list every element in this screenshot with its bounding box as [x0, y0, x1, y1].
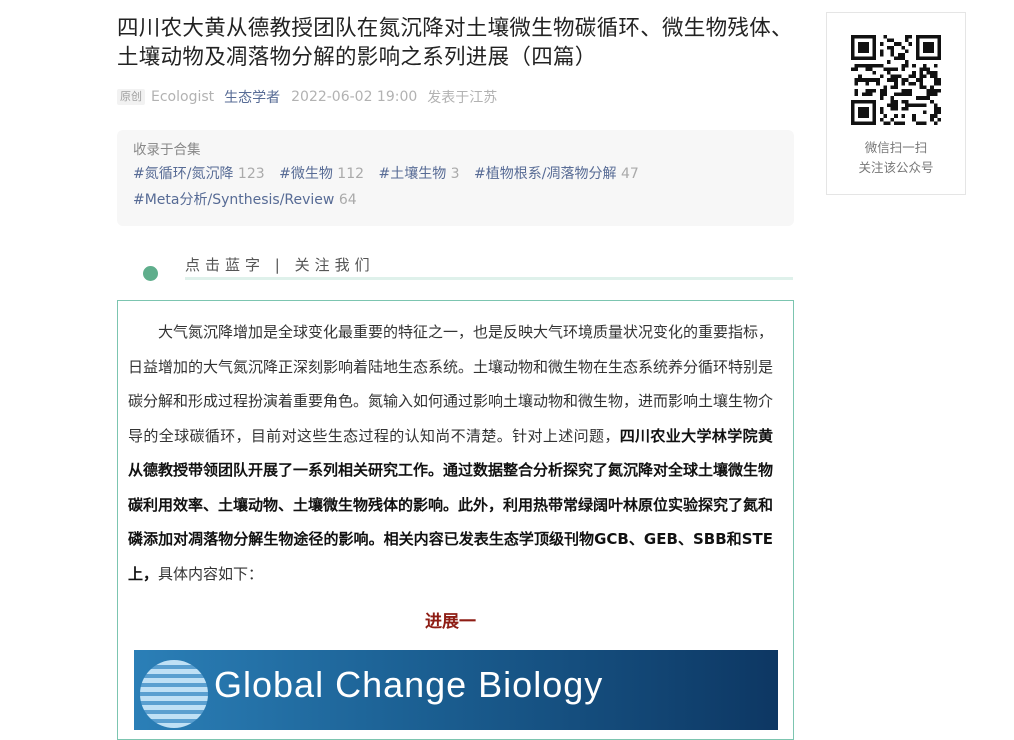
collection-label: 收录于合集	[133, 142, 201, 158]
author-name: Ecologist	[151, 89, 215, 105]
tag-name: #Meta分析/Synthesis/Review	[133, 192, 335, 208]
follow-text: 点击蓝字 | 关注我们	[185, 256, 375, 274]
journal-banner-text: Global Change Biology	[214, 664, 604, 705]
article-meta: 原创 Ecologist 生态学者 2022-06-02 19:00 发表于江苏	[117, 87, 794, 107]
intro-tail-text: 具体内容如下：	[158, 564, 264, 583]
tag-count: 123	[237, 166, 265, 182]
tag-count: 3	[450, 166, 460, 182]
tag-name: #微生物	[279, 166, 333, 182]
tag-name: #植物根系/凋落物分解	[474, 166, 617, 182]
publish-date: 2022-06-02 19:00	[291, 89, 418, 105]
qr-panel: 微信扫一扫 关注该公众号	[826, 12, 966, 195]
progress-heading: 进展一	[425, 612, 476, 632]
original-badge: 原创	[117, 89, 145, 105]
qr-code-icon[interactable]	[851, 35, 941, 125]
article-title: 四川农大黄从德教授团队在氮沉降对土壤微生物碳循环、微生物残体、土壤动物及凋落物分…	[117, 16, 793, 70]
collection-tag[interactable]: #土壤生物 3	[378, 166, 459, 182]
collection-box: 收录于合集 #氮循环/氮沉降 123 #微生物 112 #土壤生物 3 #植物根…	[117, 130, 794, 226]
qr-caption: 微信扫一扫 关注该公众号	[827, 138, 965, 178]
publish-location: 发表于江苏	[427, 90, 498, 106]
collection-tag[interactable]: #微生物 112	[279, 166, 364, 182]
qr-line1: 微信扫一扫	[864, 140, 928, 155]
intro-paragraph: 大气氮沉降增加是全球变化最重要的特征之一，也是反映大气环境质量状况变化的重要指标…	[128, 315, 773, 591]
article: 四川农大黄从德教授团队在氮沉降对土壤微生物碳循环、微生物残体、土壤动物及凋落物分…	[117, 0, 794, 286]
follow-underline	[185, 277, 793, 280]
tag-name: #氮循环/氮沉降	[133, 166, 234, 182]
content-box: 大气氮沉降增加是全球变化最重要的特征之一，也是反映大气环境质量状况变化的重要指标…	[117, 300, 794, 740]
tag-count: 64	[338, 192, 357, 208]
qr-line2: 关注该公众号	[858, 160, 934, 175]
intro-bold-text: 四川农业大学林学院黄从德教授带领团队开展了一系列相关研究工作。通过数据整合分析探…	[128, 426, 774, 583]
account-link[interactable]: 生态学者	[224, 87, 280, 107]
collection-tags: #氮循环/氮沉降 123 #微生物 112 #土壤生物 3 #植物根系/凋落物分…	[133, 161, 778, 213]
tag-count: 47	[620, 166, 639, 182]
collection-tag[interactable]: #氮循环/氮沉降 123	[133, 166, 265, 182]
journal-banner-image: Global Change Biology	[134, 650, 778, 730]
tag-count: 112	[337, 166, 365, 182]
green-dot-icon	[143, 266, 158, 281]
tag-name: #土壤生物	[378, 166, 447, 182]
follow-banner: 点击蓝字 | 关注我们	[117, 226, 794, 286]
collection-tag[interactable]: #Meta分析/Synthesis/Review 64	[133, 192, 357, 208]
collection-tag[interactable]: #植物根系/凋落物分解 47	[474, 166, 639, 182]
